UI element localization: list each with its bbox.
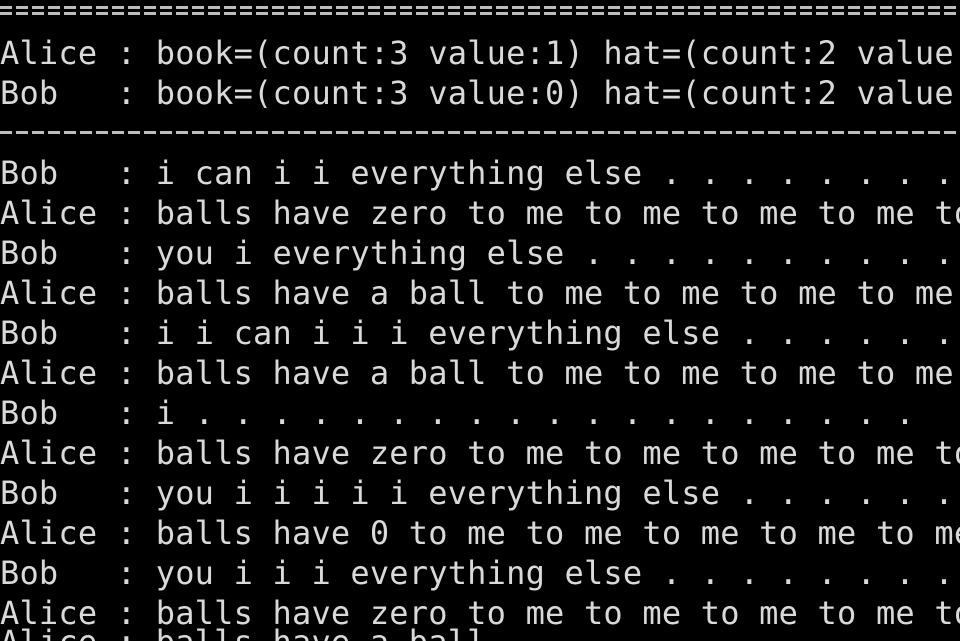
dialogue-line: Alice : balls have zero to me to me to m…	[0, 434, 960, 472]
dialogue-line: Bob : you i i i everything else . . . . …	[0, 554, 954, 592]
dialogue-line: Alice : balls have a ball to me to me to…	[0, 274, 954, 312]
dialogue-line: Bob : i can i i everything else . . . . …	[0, 154, 954, 192]
double-separator-rule	[0, 6, 960, 15]
dialogue-line: Alice : balls have a ball to me to me to…	[0, 354, 954, 392]
dialogue-line-cut-off: Alice : balls have a ball	[0, 628, 487, 641]
alice-item-values: Alice : book=(count:3 value:1) hat=(coun…	[0, 34, 960, 72]
dialogue-line: Bob : i . . . . . . . . . . . . . . . . …	[0, 394, 915, 432]
bob-item-values: Bob : book=(count:3 value:0) hat=(count:…	[0, 74, 960, 112]
cut-off-line-container: Alice : balls have a ball	[0, 628, 960, 641]
dialogue-line: Bob : you i everything else . . . . . . …	[0, 234, 954, 272]
dialogue-line: Bob : i i can i i i everything else . . …	[0, 314, 954, 352]
dialogue-line: Alice : balls have zero to me to me to m…	[0, 594, 960, 632]
terminal-window[interactable]: Alice : book=(count:3 value:1) hat=(coun…	[0, 0, 960, 641]
dialogue-line: Alice : balls have zero to me to me to m…	[0, 194, 960, 232]
dialogue-line: Alice : balls have 0 to me to me to me t…	[0, 514, 960, 552]
single-separator-rule	[0, 131, 960, 134]
dialogue-line: Bob : you i i i i i everything else . . …	[0, 474, 954, 512]
